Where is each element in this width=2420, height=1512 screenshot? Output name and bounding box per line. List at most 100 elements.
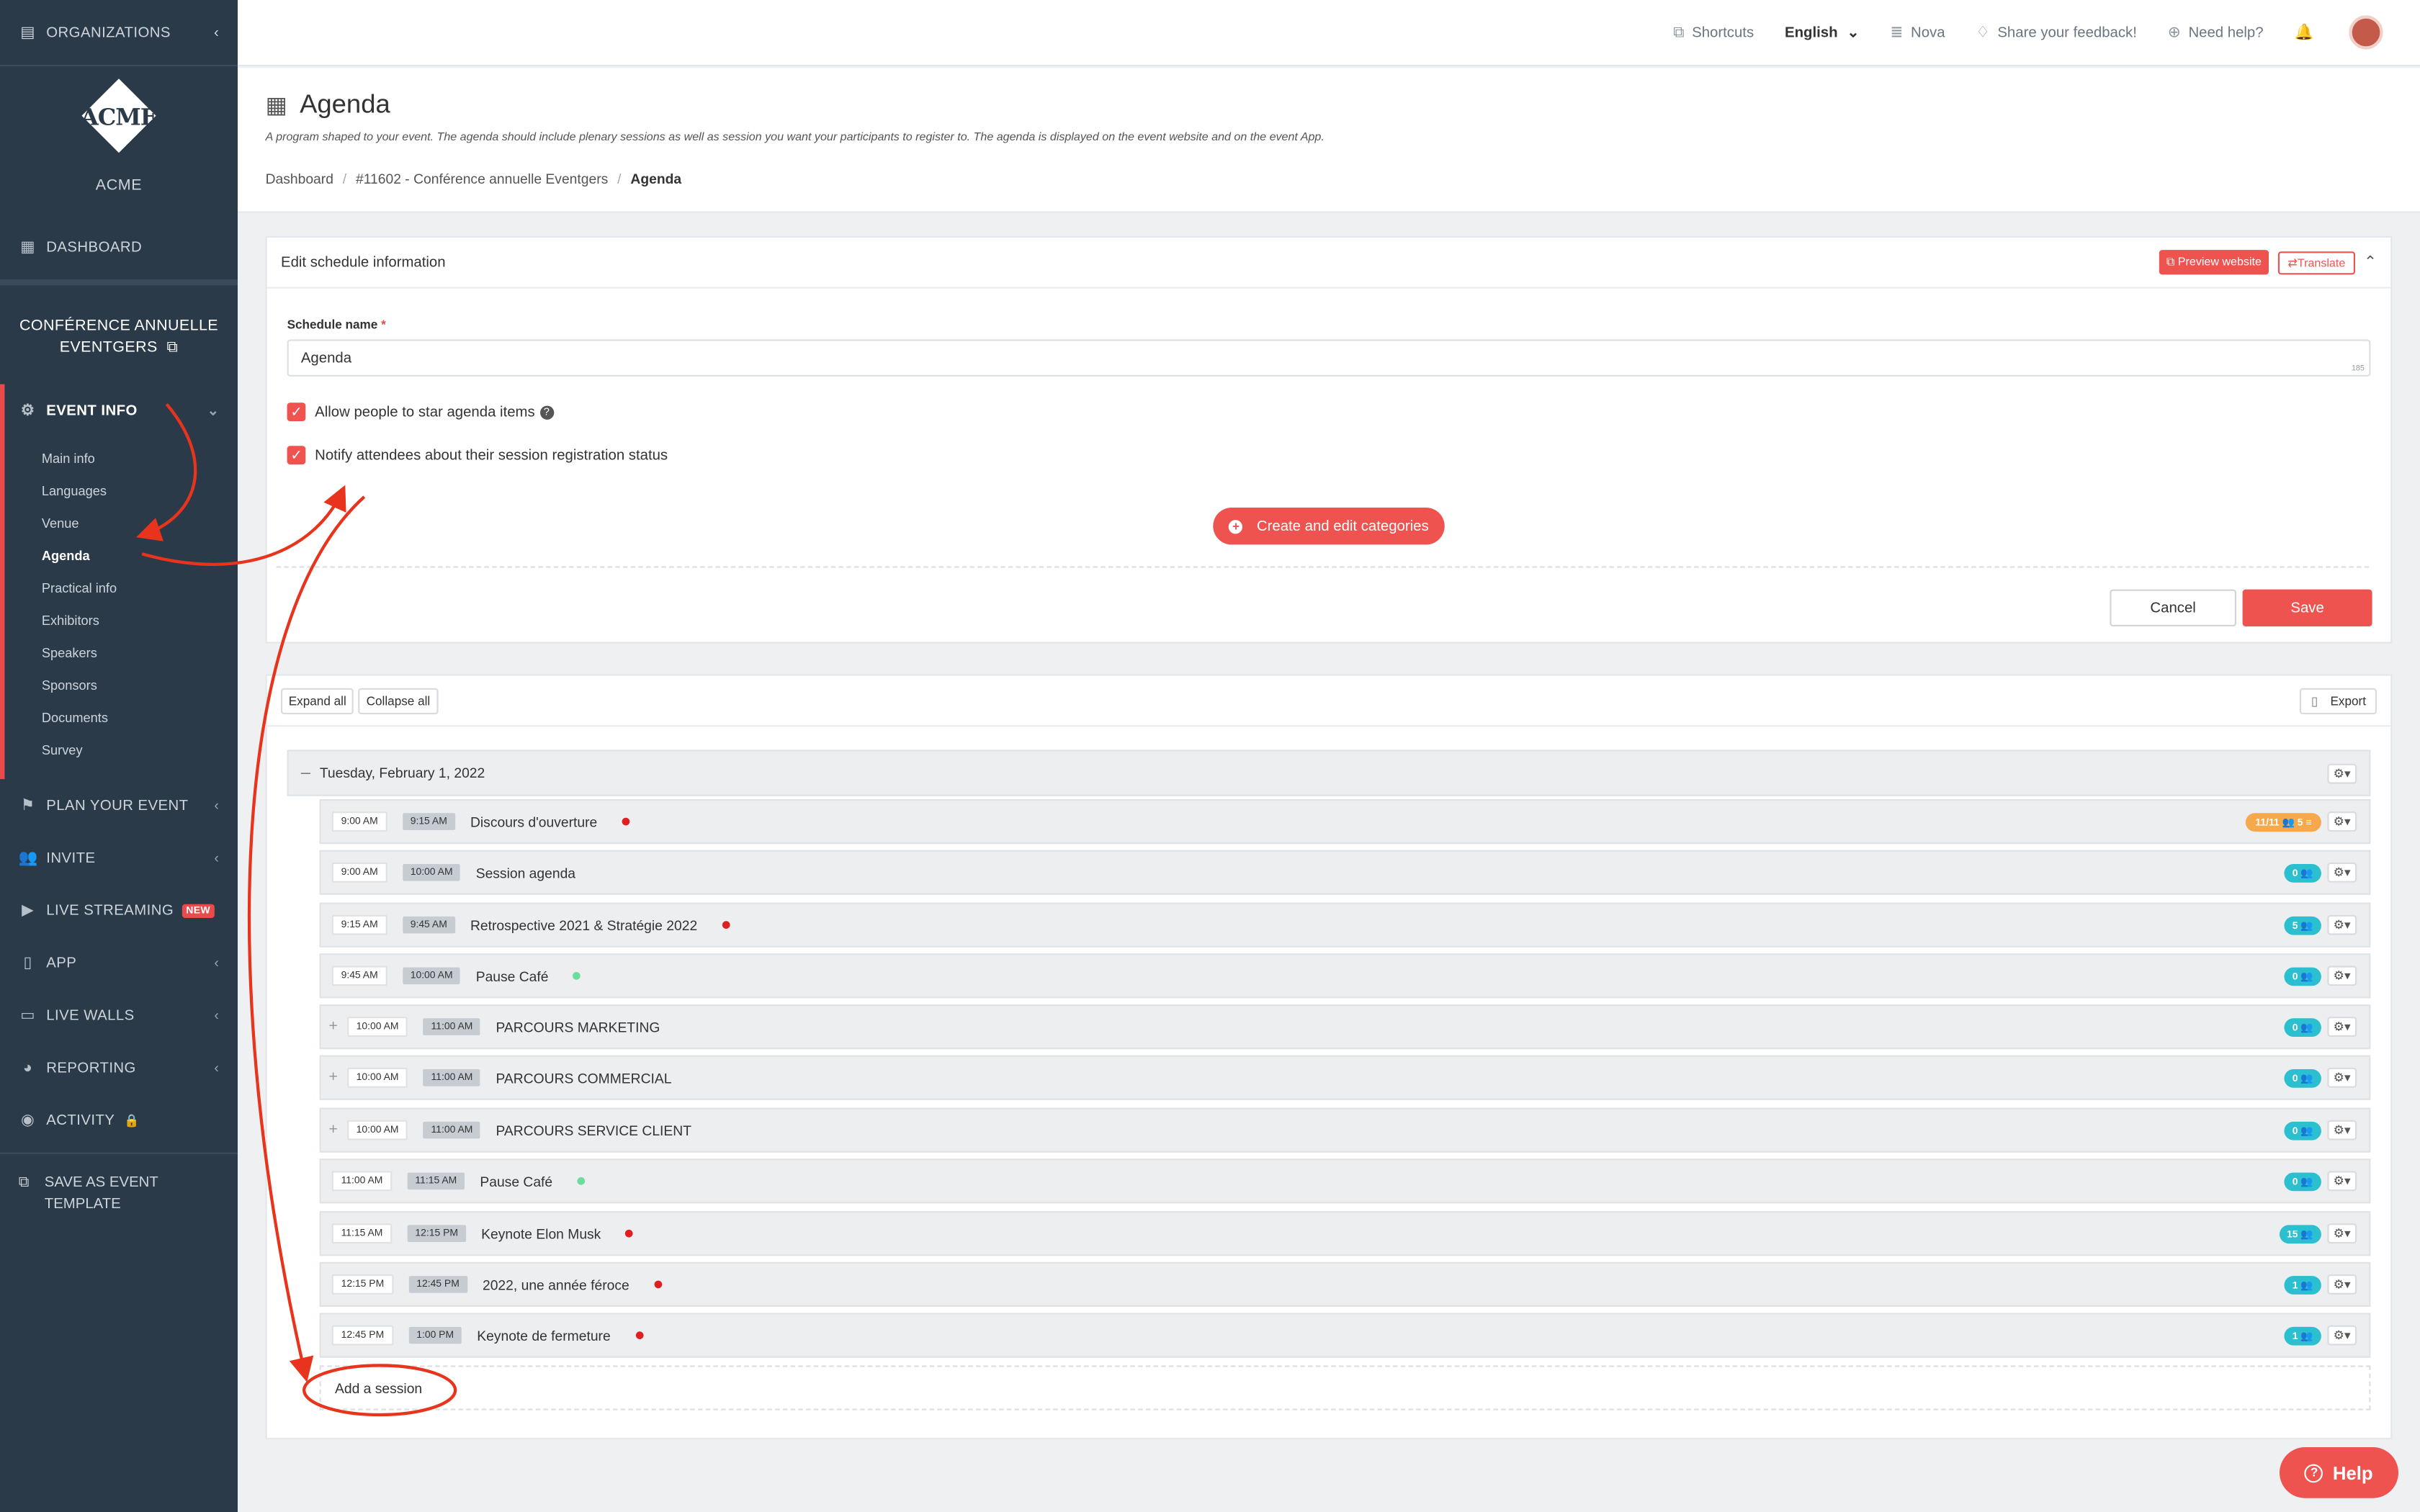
help-button-label: Help (2332, 1462, 2373, 1484)
allow-star-checkbox[interactable]: ✓ Allow people to star agenda items ? (287, 402, 554, 421)
sidebar-item-app[interactable]: ▯ APP ‹ (0, 937, 238, 989)
lock-icon: 🔒 (124, 1113, 140, 1128)
session-settings-button[interactable]: ⚙ ▾ (2327, 862, 2357, 883)
help-link[interactable]: ⊕ Need help? (2168, 24, 2264, 41)
cancel-button[interactable]: Cancel (2110, 589, 2236, 626)
event-name: CONFÉRENCE ANNUELLE EVENTGERS (19, 318, 219, 356)
sidebar-item-activity[interactable]: ◉ ACTIVITY 🔒 (0, 1094, 238, 1146)
sidebar-subitem[interactable]: Practical info (4, 572, 238, 605)
film-icon: ▭ (20, 1007, 35, 1024)
export-button[interactable]: ▯ Export (2300, 687, 2377, 714)
breadcrumb-dashboard[interactable]: Dashboard (266, 171, 333, 186)
notify-checkbox[interactable]: ✓ Notify attendees about their session r… (287, 446, 668, 464)
session-row[interactable]: 9:15 AM 9:45 AM Retrospective 2021 & Strat… (319, 902, 2371, 948)
session-row[interactable]: 9:45 AM 10:00 AM Pause Café 0 👥 ⚙ ▾ (319, 953, 2371, 999)
sidebar-subitem[interactable]: Sponsors (4, 670, 238, 702)
minus-icon[interactable]: – (301, 764, 310, 783)
day-row[interactable]: – Tuesday, February 1, 2022 ⚙ ▾ (287, 750, 2371, 796)
feedback-link[interactable]: ♢ Share your feedback! (1976, 24, 2136, 41)
sidebar-subitem[interactable]: Agenda (4, 540, 238, 572)
event-name-link[interactable]: CONFÉRENCE ANNUELLE EVENTGERS ⧉ (0, 285, 238, 384)
chevron-down-icon: ⌄ (1847, 24, 1860, 41)
plus-icon[interactable]: + (328, 1122, 338, 1139)
save-button[interactable]: Save (2242, 589, 2372, 626)
collapse-all-button[interactable]: Collapse all (358, 687, 438, 714)
session-row[interactable]: 12:15 PM 12:45 PM 2022, une année féroce 1 … (319, 1261, 2371, 1307)
sidebar-subitem[interactable]: Speakers (4, 637, 238, 670)
session-settings-button[interactable]: ⚙ ▾ (2327, 1120, 2357, 1140)
sidebar-subitem[interactable]: Main info (4, 443, 238, 475)
sidebar-item-reporting[interactable]: ◕ REPORTING ‹ (0, 1041, 238, 1094)
gear-icon: ⚙ (2333, 1328, 2344, 1343)
sidebar-item-invite[interactable]: 👥 INVITE ‹ (0, 832, 238, 884)
chevron-left-icon: ‹ (214, 1060, 220, 1076)
session-settings-button[interactable]: ⚙ ▾ (2327, 811, 2357, 832)
page-header: ▦ Agenda A program shaped to your event.… (238, 68, 2420, 213)
sidebar-item-live-walls[interactable]: ▭ LIVE WALLS ‹ (0, 989, 238, 1042)
session-settings-button[interactable]: ⚙ ▾ (2327, 1325, 2357, 1346)
translate-button[interactable]: ⇄Translate (2278, 251, 2355, 274)
avatar[interactable] (2349, 15, 2383, 50)
shortcuts-link[interactable]: ⧉ Shortcuts (1673, 24, 1754, 41)
nova-link[interactable]: ≣ Nova (1890, 24, 1945, 41)
sidebar-item-save-template[interactable]: ⧉ SAVE AS EVENT TEMPLATE (0, 1152, 238, 1235)
checkbox-checked[interactable]: ✓ (287, 402, 306, 421)
sidebar-item-dashboard[interactable]: ▦ DASHBOARD (0, 220, 238, 273)
session-settings-button[interactable]: ⚙ ▾ (2327, 1067, 2357, 1088)
preview-website-button[interactable]: ⧉ Preview website (2159, 250, 2269, 275)
notifications-button[interactable]: 🔔 (2294, 24, 2321, 41)
session-row[interactable]: 11:15 AM 12:15 PM Keynote Elon Musk 15 👥 ⚙ ▾ (319, 1211, 2371, 1256)
create-categories-button[interactable]: + Create and edit categories (1213, 508, 1445, 545)
session-row[interactable]: +10:00 AM 11:00 AM PARCOURS COMMERCIAL 0 👥 ⚙… (319, 1055, 2371, 1100)
database-icon: ≣ (1890, 24, 1904, 41)
gear-icon: ⚙ (2333, 1123, 2344, 1138)
schedule-name-input[interactable]: Agenda 185 (287, 339, 2371, 377)
breadcrumb-event[interactable]: #11602 - Conférence annuelle Eventgers (356, 171, 608, 186)
day-settings-button[interactable]: ⚙ ▾ (2327, 762, 2357, 783)
sidebar-subitem[interactable]: Venue (4, 508, 238, 540)
sitemap-icon: ⚑ (20, 796, 35, 814)
sidebar-subitem[interactable]: Documents (4, 702, 238, 734)
status-dot (722, 921, 730, 929)
sidebar-subitem[interactable]: Survey (4, 734, 238, 767)
session-row[interactable]: 9:00 AM 10:00 AM Session agenda 0 👥 ⚙ ▾ (319, 850, 2371, 895)
checkbox-checked[interactable]: ✓ (287, 446, 306, 464)
session-end-time: 12:45 PM (408, 1276, 467, 1293)
session-settings-button[interactable]: ⚙ ▾ (2327, 1171, 2357, 1192)
collapse-icon[interactable]: ⌃ (2364, 254, 2377, 271)
session-row[interactable]: 12:45 PM 1:00 PM Keynote de fermeture 1 👥 ⚙ ▾ (319, 1313, 2371, 1358)
sidebar-subitem[interactable]: Exhibitors (4, 605, 238, 637)
question-circle-icon[interactable]: ? (539, 405, 554, 419)
expand-all-button[interactable]: Expand all (281, 687, 354, 714)
organizations-label: ORGANIZATIONS (46, 24, 171, 41)
sidebar-item-plan[interactable]: ⚑ PLAN YOUR EVENT ‹ (0, 779, 238, 832)
sidebar-item-event-info[interactable]: ⚙ EVENT INFO ⌄ (4, 384, 238, 437)
plus-icon[interactable]: + (328, 1069, 338, 1086)
session-row[interactable]: 11:00 AM 11:15 AM Pause Café 0 👥 ⚙ ▾ (319, 1158, 2371, 1204)
organizations-menu[interactable]: ▤ ORGANIZATIONS ‹ (0, 0, 238, 67)
session-start-time: 10:00 AM (346, 1120, 408, 1140)
session-settings-button[interactable]: ⚙ ▾ (2327, 966, 2357, 986)
plus-icon[interactable]: + (328, 1018, 338, 1035)
feedback-label: Share your feedback! (1997, 24, 2137, 41)
add-session-row[interactable]: Add a session (319, 1365, 2371, 1410)
status-dot (573, 972, 581, 980)
language-select[interactable]: English ⌄ (1785, 24, 1859, 41)
session-settings-button[interactable]: ⚙ ▾ (2327, 914, 2357, 935)
help-button[interactable]: ? Help (2280, 1446, 2398, 1498)
session-row[interactable]: 9:00 AM 9:15 AM Discours d'ouverture 11/11 … (319, 799, 2371, 845)
sidebar-item-live-streaming[interactable]: ▶ LIVE STREAMING NEW (0, 884, 238, 937)
session-settings-button[interactable]: ⚙ ▾ (2327, 1274, 2357, 1295)
session-settings-button[interactable]: ⚙ ▾ (2327, 1223, 2357, 1244)
session-title: Keynote Elon Musk (481, 1225, 601, 1241)
language-label: English (1785, 24, 1838, 41)
sidebar-item-label: INVITE (46, 849, 96, 867)
sidebar-subitem[interactable]: Languages (4, 475, 238, 508)
gear-icon: ⚙ (2333, 865, 2344, 880)
session-row[interactable]: +10:00 AM 11:00 AM PARCOURS SERVICE CLIENT… (319, 1107, 2371, 1153)
session-title: 2022, une année féroce (482, 1277, 629, 1292)
session-settings-button[interactable]: ⚙ ▾ (2327, 1017, 2357, 1037)
session-row[interactable]: +10:00 AM 11:00 AM PARCOURS MARKETING 0 👥 ⚙ ▾ (319, 1004, 2371, 1050)
panel-title: Edit schedule information (281, 253, 446, 271)
session-start-time: 9:00 AM (331, 862, 387, 883)
